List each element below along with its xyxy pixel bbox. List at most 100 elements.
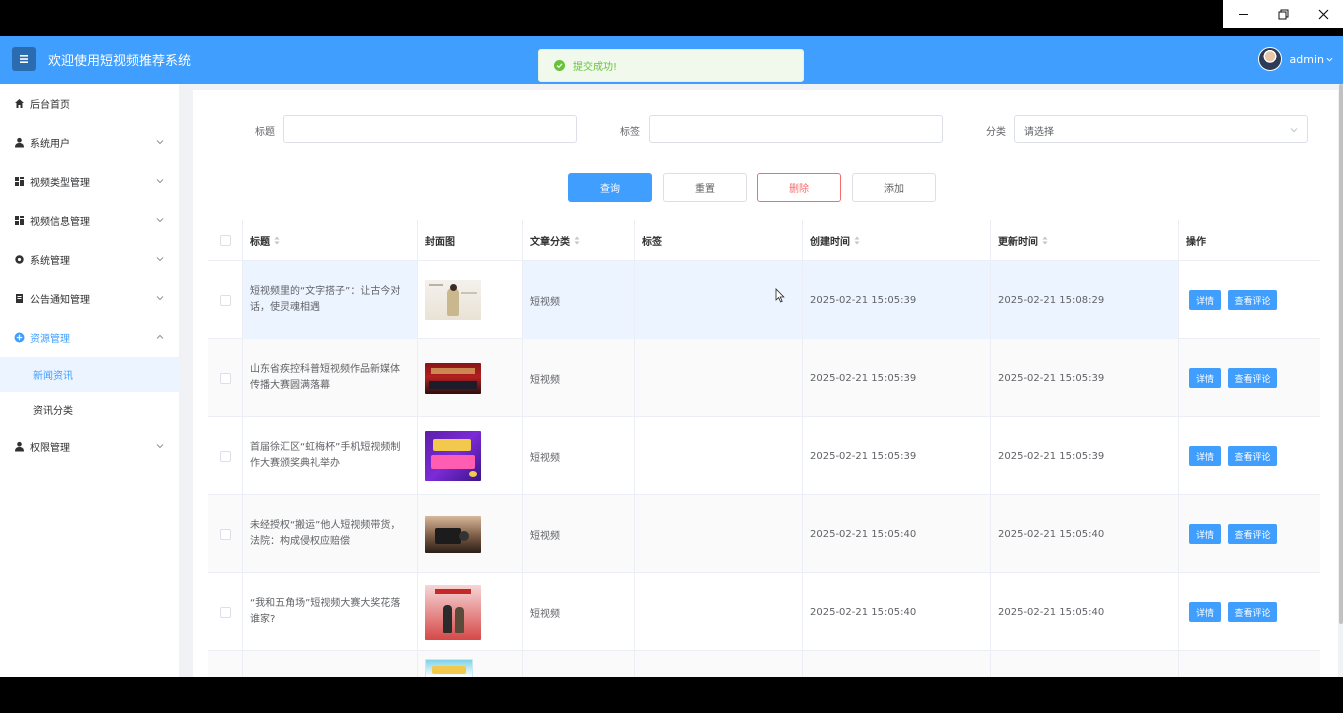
sort-icon[interactable] (274, 236, 280, 245)
row-checkbox[interactable] (219, 606, 231, 618)
close-icon[interactable] (1303, 0, 1343, 28)
sort-icon[interactable] (574, 236, 580, 245)
cover-image[interactable] (425, 515, 481, 553)
user-menu[interactable]: admin (1257, 47, 1333, 71)
sidebar-item-label: 系统管理 (30, 256, 70, 267)
table-header: 标题 封面图 文章分类 标签 创建时间 更新时间 操作 (208, 220, 1320, 261)
reset-button[interactable]: 重置 (663, 173, 747, 202)
cover-image[interactable] (425, 362, 481, 394)
detail-button[interactable]: 详情 (1189, 446, 1221, 466)
view-comments-button[interactable]: 查看评论 (1228, 524, 1277, 544)
user-icon (14, 441, 25, 452)
detail-button[interactable]: 详情 (1189, 602, 1221, 622)
column-header-label: 封面图 (425, 237, 455, 248)
view-comments-button[interactable]: 查看评论 (1228, 446, 1277, 466)
sort-icon[interactable] (854, 236, 860, 245)
table-row[interactable] (208, 651, 1320, 677)
sidebar-item-resources[interactable]: 资源管理 (0, 318, 179, 357)
category-cell: 短视频 (523, 339, 635, 417)
user-icon (14, 137, 25, 148)
detail-button[interactable]: 详情 (1189, 368, 1221, 388)
cover-image[interactable] (425, 280, 481, 320)
sidebar-item-notice[interactable]: 公告通知管理 (0, 279, 179, 318)
select-all-checkbox[interactable] (219, 235, 231, 246)
sidebar-item-system-users[interactable]: 系统用户 (0, 123, 179, 162)
sidebar-subitem-news-category[interactable]: 资讯分类 (0, 392, 179, 427)
row-checkbox[interactable] (219, 450, 231, 462)
row-select-cell (208, 651, 243, 677)
page-scrollbar[interactable] (1339, 84, 1343, 624)
sort-icon[interactable] (1042, 236, 1048, 245)
sidebar-item-home[interactable]: 后台首页 (0, 84, 179, 123)
title-cell: 短视频里的“文字搭子”：让古今对话，使灵魂相遇 (243, 261, 418, 339)
mouse-cursor-icon (775, 288, 785, 303)
table-row[interactable]: “我和五角场”短视频大赛大奖花落谁家? 短视频 2025-02-21 15:05… (208, 573, 1320, 651)
column-header-title[interactable]: 标题 (243, 220, 418, 261)
user-name[interactable]: admin (1290, 53, 1324, 66)
created-time-cell: 2025-02-21 15:05:39 (803, 339, 991, 417)
top-header: 欢迎使用短视频推荐系统 提交成功! admin (0, 36, 1343, 84)
sidebar-item-system-manage[interactable]: 系统管理 (0, 240, 179, 279)
cover-cell (418, 261, 523, 339)
column-header-updated[interactable]: 更新时间 (991, 220, 1179, 261)
sidebar-item-label: 资源管理 (30, 334, 70, 345)
sidebar-item-video-type[interactable]: 视频类型管理 (0, 162, 179, 201)
hamburger-icon (20, 55, 28, 63)
app-root: 欢迎使用短视频推荐系统 提交成功! admin 后台首页 系统用户 视频类型管理 (0, 36, 1343, 677)
sidebar-item-permissions[interactable]: 权限管理 (0, 427, 179, 466)
menu-toggle-button[interactable] (12, 47, 36, 71)
cover-image[interactable] (425, 584, 481, 640)
detail-button[interactable]: 详情 (1189, 524, 1221, 544)
category-filter-label: 分类 (986, 127, 1006, 138)
column-header-created[interactable]: 创建时间 (803, 220, 991, 261)
delete-button[interactable]: 删除 (757, 173, 841, 202)
table-row[interactable]: 未经授权“搬运”他人短视频带货，法院：构成侵权应赔偿 短视频 2025-02-2… (208, 495, 1320, 573)
sidebar-item-video-info[interactable]: 视频信息管理 (0, 201, 179, 240)
news-table: 标题 封面图 文章分类 标签 创建时间 更新时间 操作 短视频里的“文字搭子”：… (208, 220, 1320, 677)
table-row[interactable]: 山东省疾控科普短视频作品新媒体传播大赛圆满落幕 短视频 2025-02-21 1… (208, 339, 1320, 417)
view-comments-button[interactable]: 查看评论 (1228, 368, 1277, 388)
view-comments-button[interactable]: 查看评论 (1228, 290, 1277, 310)
tag-cell (635, 573, 803, 651)
row-checkbox[interactable] (219, 372, 231, 384)
detail-button[interactable]: 详情 (1189, 290, 1221, 310)
title-input[interactable] (283, 115, 577, 143)
add-button[interactable]: 添加 (852, 173, 936, 202)
actions-cell: 详情 查看评论 (1179, 495, 1320, 573)
chevron-down-icon (156, 179, 164, 184)
sidebar-subitem-news[interactable]: 新闻资讯 (0, 357, 179, 392)
cover-image[interactable] (425, 659, 473, 677)
avatar[interactable] (1257, 47, 1282, 71)
minimize-icon[interactable] (1223, 0, 1263, 28)
created-time-cell (803, 651, 991, 677)
created-time-cell: 2025-02-21 15:05:39 (803, 417, 991, 495)
row-select-cell (208, 261, 243, 339)
column-header-label: 标签 (642, 237, 662, 248)
category-select[interactable]: 请选择 (1014, 115, 1308, 143)
view-comments-button[interactable]: 查看评论 (1228, 602, 1277, 622)
bottom-black-bar (0, 677, 1343, 713)
query-button[interactable]: 查询 (568, 173, 652, 202)
row-select-cell (208, 417, 243, 495)
column-header-label: 更新时间 (998, 237, 1038, 248)
title-cell (243, 651, 418, 677)
chevron-down-icon (156, 218, 164, 223)
success-toast: 提交成功! (538, 49, 804, 82)
check-circle-icon (554, 60, 565, 71)
tag-input[interactable] (649, 115, 943, 143)
chevron-down-icon (1326, 57, 1333, 62)
actions-cell: 详情 查看评论 (1179, 417, 1320, 495)
column-header-category[interactable]: 文章分类 (523, 220, 635, 261)
table-row[interactable]: 短视频里的“文字搭子”：让古今对话，使灵魂相遇 短视频 2025-02-21 1… (208, 261, 1320, 339)
updated-time-cell: 2025-02-21 15:05:39 (991, 339, 1179, 417)
restore-icon[interactable] (1263, 0, 1303, 28)
row-checkbox[interactable] (219, 528, 231, 540)
cover-image[interactable] (425, 431, 481, 481)
created-time-cell: 2025-02-21 15:05:40 (803, 495, 991, 573)
tag-cell (635, 651, 803, 677)
table-row[interactable]: 首届徐汇区“虹梅杯”手机短视频制作大赛颁奖典礼举办 短视频 2025-02-21… (208, 417, 1320, 495)
row-checkbox[interactable] (219, 294, 231, 306)
select-all-cell (208, 220, 243, 261)
column-header-label: 操作 (1186, 237, 1206, 248)
created-time-cell: 2025-02-21 15:05:40 (803, 573, 991, 651)
